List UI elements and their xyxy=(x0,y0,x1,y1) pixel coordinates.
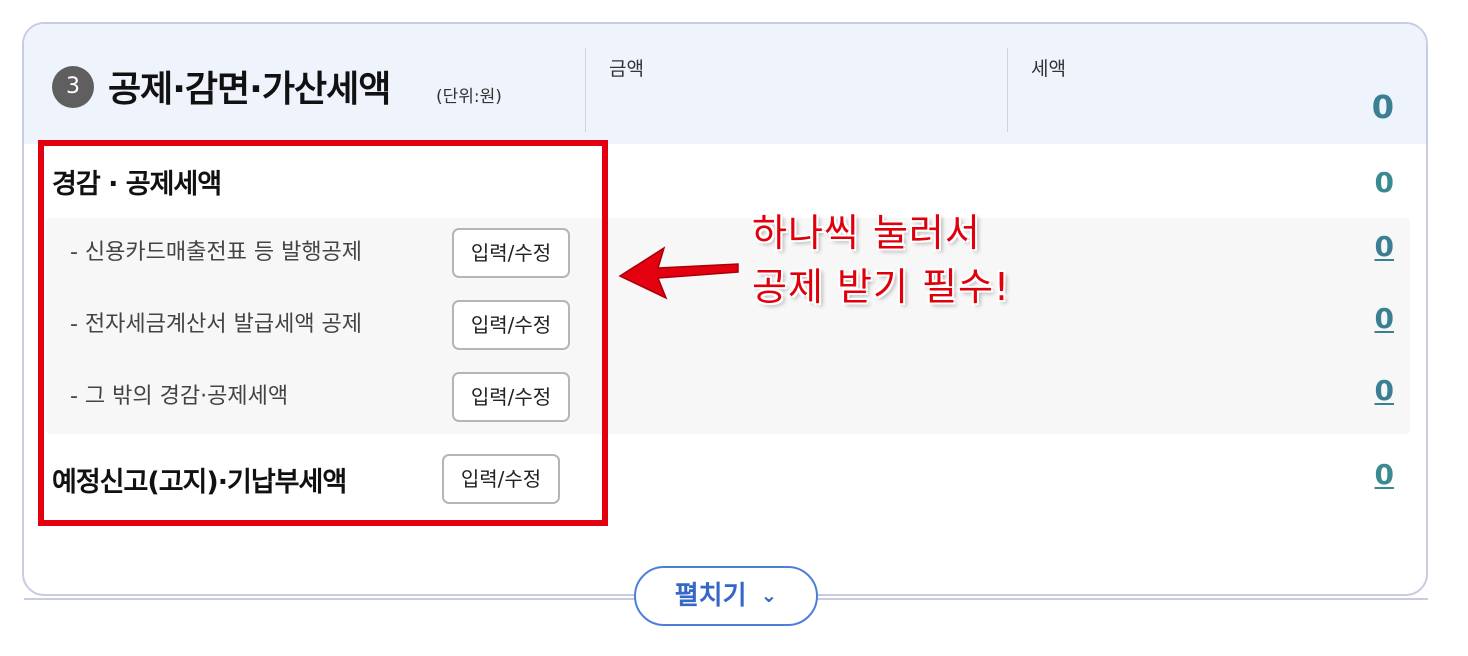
pointer-arrow-icon xyxy=(618,246,739,300)
annotation-line-1: 하나씩 눌러서 xyxy=(752,211,981,255)
reduction-total-value: 0 xyxy=(1374,166,1394,199)
section-number-badge: 3 xyxy=(52,66,94,108)
expand-button[interactable]: 펼치기 ⌄ xyxy=(634,566,818,626)
expand-label: 펼치기 xyxy=(674,581,747,611)
total-tax-value: 0 xyxy=(1371,88,1394,126)
value-link-other-reduction[interactable]: 0 xyxy=(1375,374,1394,407)
unit-label: (단위:원) xyxy=(436,87,502,107)
value-link-e-invoice[interactable]: 0 xyxy=(1375,302,1394,335)
annotation-line-2: 공제 받기 필수! xyxy=(752,265,1011,309)
column-divider xyxy=(585,48,586,132)
section-header: 3 공제·감면·가산세액 (단위:원) 금액 세액 0 xyxy=(24,24,1426,144)
tax-column-label: 세액 xyxy=(1031,58,1066,80)
highlight-box xyxy=(38,140,608,526)
value-link-prepaid[interactable]: 0 xyxy=(1375,458,1394,491)
value-link-card-sales[interactable]: 0 xyxy=(1375,230,1394,263)
section-title: 공제·감면·가산세액 xyxy=(108,69,391,110)
chevron-down-icon: ⌄ xyxy=(760,583,778,607)
annotation-text: 하나씩 눌러서 공제 받기 필수! xyxy=(752,206,1010,314)
amount-column-label: 금액 xyxy=(609,58,644,80)
column-divider xyxy=(1007,48,1008,132)
